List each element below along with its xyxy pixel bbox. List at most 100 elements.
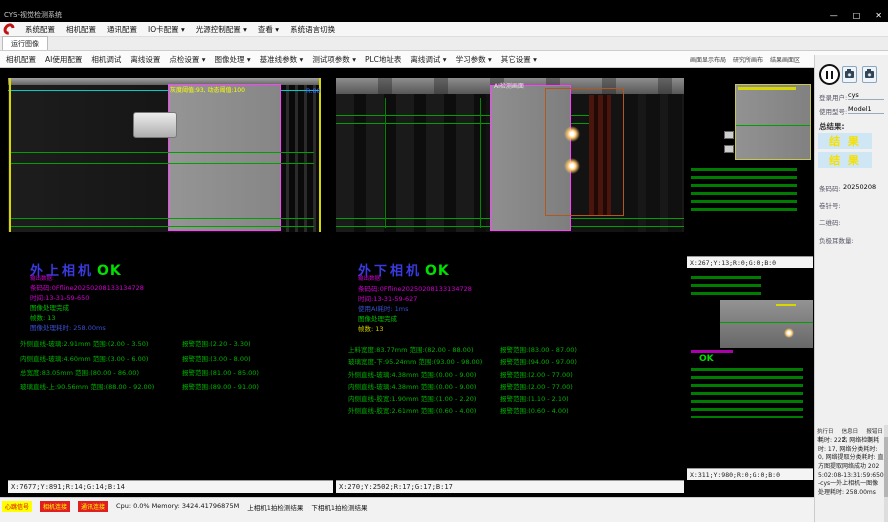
- menu-item-light-control-config[interactable]: 光源控制配置 ▾: [196, 24, 247, 35]
- menu-item-io-config[interactable]: IO卡配置 ▾: [148, 24, 185, 35]
- yellow-label-stripe: [738, 87, 796, 90]
- center-measurement-row: 外侧直线-玻璃:4.38mm 范围:(0.00 - 9.00)报警范围:(2.0…: [348, 369, 573, 379]
- toolbar-other-settings[interactable]: 其它设置 ▾: [501, 54, 537, 65]
- left-process-time-text: 图像处理耗时: 258.00ms: [30, 322, 106, 332]
- micro-text-block: [691, 368, 803, 418]
- barcode-label: 条码码:: [819, 183, 841, 193]
- micro-text-block: [691, 168, 797, 216]
- right-dark-texture: [624, 94, 684, 232]
- barcode-value: 20250208: [843, 183, 876, 191]
- tab-run-image[interactable]: 运行图像: [2, 36, 48, 50]
- left-coordinates-bar: X:7677;Y:891;R:14;G:14;B:14: [8, 480, 333, 493]
- toolbar-ai-use-config[interactable]: AI使用配置: [45, 54, 82, 65]
- menu-item-camera-config[interactable]: 相机配置: [66, 24, 96, 35]
- window-controls: — □ ✕: [830, 11, 882, 20]
- cpu-memory-text: Cpu: 0.0% Memory: 3424.41796875M: [116, 501, 239, 510]
- center-camera-image[interactable]: AI检测画面: [336, 78, 684, 232]
- toolbar-spot-check-settings[interactable]: 点检设置 ▾: [169, 54, 205, 65]
- camera-icon: [845, 71, 854, 78]
- thumb1-image[interactable]: [735, 84, 811, 160]
- scrollbar-thumb[interactable]: [884, 437, 888, 497]
- view-layout-tab-1[interactable]: 画面显示布局: [690, 55, 726, 64]
- maximize-button[interactable]: □: [853, 11, 861, 20]
- window-title: CYS-视觉检测系统: [4, 10, 62, 20]
- detail-chip-2: [724, 145, 734, 153]
- left-output-label: 输出数据:: [30, 274, 54, 282]
- login-user-value[interactable]: cys: [848, 91, 884, 100]
- left-camera-image[interactable]: 灰度阈值:93, 动态阈值:100 R:88: [8, 78, 321, 232]
- close-button[interactable]: ✕: [875, 11, 882, 20]
- center-coordinates-bar: X:270;Y:2502;R:17;G:17;B:17: [336, 480, 684, 493]
- upper-camera-result-link[interactable]: 上相机1拍检测结果: [247, 501, 303, 512]
- connector-part: [133, 112, 177, 138]
- left-camera-view: 灰度阈值:93, 动态阈值:100 R:88 外上相机 OK 输出数据: 条码码…: [8, 70, 333, 493]
- toolbar-plc-address-table[interactable]: PLC地址表: [365, 54, 401, 65]
- toolbar-image-processing[interactable]: 图像处理 ▾: [215, 54, 251, 65]
- green-baseline-3: [9, 218, 314, 219]
- toolbar-camera-config[interactable]: 相机配置: [6, 54, 36, 65]
- app-window: CYS-视觉检测系统 — □ ✕ 系统配置 相机配置 通讯配置 IO卡配置 ▾ …: [0, 0, 888, 522]
- left-barcode-text: 条码码:0Ffline20250208133134728: [30, 282, 144, 292]
- yellow-edge-line-right: [319, 78, 321, 232]
- left-measurement-row: 内侧直线-玻璃:4.60mm 范围:(3.00 - 6.00)报警范围:(3.0…: [20, 353, 251, 363]
- tab-bar: 运行图像: [0, 37, 888, 51]
- menu-item-comm-config[interactable]: 通讯配置: [107, 24, 137, 35]
- center-measurement-row: 上料宽度:83.77mm 范围:(82.00 - 88.00)报警范围:(83.…: [348, 344, 577, 354]
- toolbar-camera-debug[interactable]: 相机调试: [91, 54, 121, 65]
- green-line: [720, 322, 813, 323]
- center-output-label: 输出数据:: [358, 274, 382, 282]
- lower-camera-result-link[interactable]: 下相机1拍检测结果: [311, 501, 367, 512]
- right-control-panel: 登录用户: cys 使用型号: Model1 总结果: 结 果 结 果 条码码:…: [814, 55, 888, 522]
- center-ai-time-text: 使用AI耗时: 1ms: [358, 303, 408, 313]
- micro-text-block: [691, 276, 761, 296]
- result-box-upper: 结 果: [818, 133, 872, 149]
- negative-tab-count-label: 负极耳数量:: [819, 235, 854, 245]
- green-baseline-1: [9, 152, 314, 153]
- center-measurement-row: 外侧直线-胶宽:2.61mm 范围:(0.60 - 4.00)报警范围:(0.6…: [348, 405, 569, 415]
- title-bar: CYS-视觉检测系统 — □ ✕: [0, 0, 888, 22]
- menu-item-language-switch[interactable]: 系统语言切换: [290, 24, 335, 35]
- login-user-label: 登录用户:: [819, 92, 847, 102]
- status-bar: 心跳信号 相机连接 通讯连接 Cpu: 0.0% Memory: 3424.41…: [0, 497, 814, 522]
- left-status-ok: OK: [97, 263, 122, 279]
- magenta-micro-line: [691, 350, 733, 353]
- right-stripe-texture: [280, 85, 321, 232]
- app-logo-icon: [1, 21, 16, 37]
- left-time-text: 时间:13-31-59-650: [30, 292, 89, 302]
- toolbar-test-item-params[interactable]: 测试项参数 ▾: [312, 54, 356, 65]
- camera-save-button[interactable]: [862, 66, 877, 83]
- view-layout-tab-2[interactable]: 研究所画布: [733, 55, 763, 64]
- view-layout-tab-3[interactable]: 结果画面区: [770, 55, 800, 64]
- thumb-camera-view-1: X:267;Y:13;R:0;G:0;B:0: [687, 70, 813, 268]
- center-measurement-row: 内侧直线-胶宽:1.90mm 范围:(1.00 - 2.20)报警范围:(1.1…: [348, 393, 569, 403]
- pause-icon: [826, 71, 829, 79]
- pause-icon: [831, 71, 834, 79]
- green-baseline-4: [9, 226, 314, 227]
- weld-glow-1: [564, 126, 580, 142]
- weld-glow-2: [564, 158, 580, 174]
- menu-item-view[interactable]: 查看 ▾: [258, 24, 279, 35]
- thumb2-image[interactable]: [720, 300, 813, 348]
- pin-number-label: 卷针号:: [819, 200, 841, 210]
- camera-capture-button[interactable]: [842, 66, 857, 83]
- toolbar-offline-debug[interactable]: 离线调试 ▾: [410, 54, 446, 65]
- left-measurement-row: 总宽度:83.05mm 范围:(80.00 - 86.00)报警范围:(81.0…: [20, 367, 259, 377]
- camera-link-status-badge: 相机连接: [40, 501, 70, 512]
- menu-item-system-config[interactable]: 系统配置: [25, 24, 55, 35]
- minimize-button[interactable]: —: [830, 11, 838, 20]
- toolbar-baseline-params[interactable]: 基准线参数 ▾: [260, 54, 304, 65]
- toolbar-learning-params[interactable]: 学习参数 ▾: [456, 54, 492, 65]
- yellow-edge-line-left: [9, 78, 11, 232]
- left-measurement-row: 外侧直线-玻璃:2.91mm 范围:(2.00 - 3.50)报警范围:(2.2…: [20, 338, 251, 348]
- model-value[interactable]: Model1: [848, 105, 884, 114]
- center-process-done-text: 图像处理完成: [358, 313, 397, 323]
- r-value-label: R:88: [306, 87, 321, 95]
- left-measurement-row: 玻璃直线-上:90.56mm 范围:(88.00 - 92.00)报警范围:(8…: [20, 381, 259, 391]
- weld-glow: [784, 328, 794, 338]
- yellow-mark: [776, 304, 796, 306]
- pause-button[interactable]: [819, 64, 840, 85]
- toolbar-offline-settings[interactable]: 离线设置: [130, 54, 160, 65]
- view-layout-tabs: 画面显示布局 研究所画布 结果画面区: [690, 55, 800, 64]
- center-camera-view: AI检测画面 外下相机 OK 输出数据: 条码码:0Ffline20250208…: [336, 70, 684, 493]
- scrollbar: [884, 425, 888, 522]
